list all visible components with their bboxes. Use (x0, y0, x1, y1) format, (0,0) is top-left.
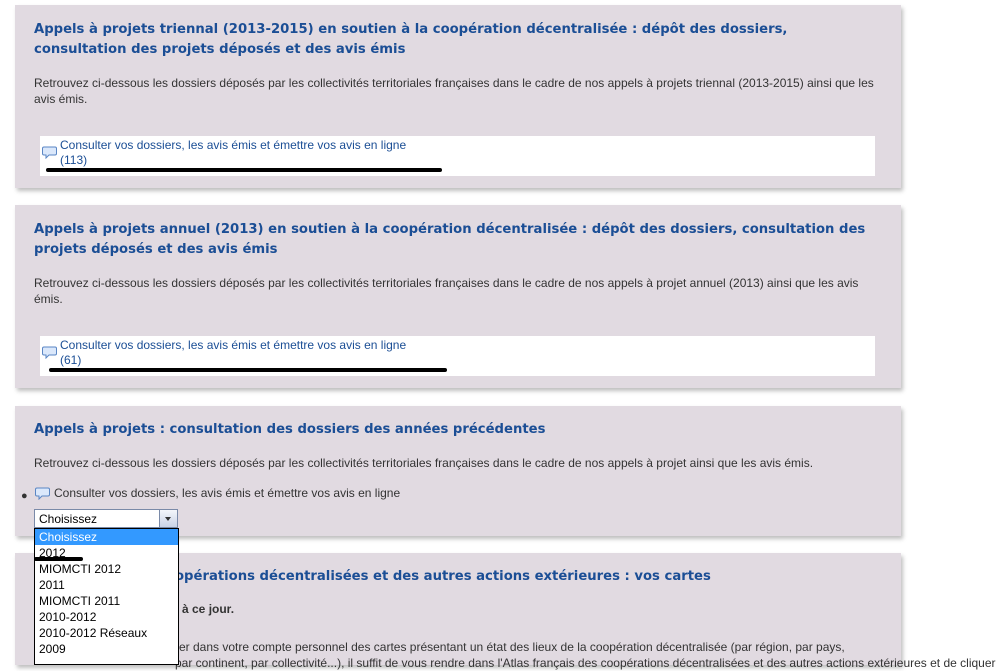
annotation-underline (49, 368, 447, 372)
year-option[interactable]: 2011 (35, 577, 178, 593)
consult-link-previous[interactable]: Consulter vos dossiers, les avis émis et… (54, 486, 400, 500)
consult-link-count[interactable]: (61) (60, 353, 406, 368)
consult-link-label[interactable]: Consulter vos dossiers, les avis émis et… (60, 138, 406, 153)
section-description: Retrouvez ci-dessous les dossiers déposé… (34, 76, 874, 106)
comment-bubble-icon (35, 487, 50, 500)
section-annuel: Appels à projets annuel (2013) en soutie… (15, 205, 901, 388)
bullet: ● (21, 490, 28, 502)
section-body-line: rer dans votre compte personnel des cart… (175, 640, 845, 654)
section-description: Retrouvez ci-dessous les dossiers déposé… (34, 276, 859, 306)
section-body-line: par continent, par collectivité...), il … (175, 656, 996, 670)
section-title: Appels à projets triennal (2013-2015) en… (34, 22, 788, 57)
year-select[interactable]: Choisissez (34, 509, 178, 528)
year-option[interactable]: Choisissez (35, 529, 178, 545)
consult-link-count[interactable]: (113) (60, 153, 406, 168)
year-option[interactable]: 2010-2012 Réseaux (35, 625, 178, 641)
year-option[interactable]: 2010-2012 (35, 609, 178, 625)
consult-link[interactable]: Consulter vos dossiers, les avis émis et… (60, 338, 406, 368)
year-option[interactable]: MIOMCTI 2012 (35, 561, 178, 577)
section-description: Retrouvez ci-dessous les dossiers déposé… (34, 456, 814, 470)
year-dropdown-list: Choisissez 2012 MIOMCTI 2012 2011 MIOMCT… (34, 528, 179, 665)
section-triennal: Appels à projets triennal (2013-2015) en… (15, 5, 901, 188)
section-title: Appels à projets annuel (2013) en soutie… (34, 222, 866, 257)
year-select-value: Choisissez (39, 512, 98, 526)
consult-link[interactable]: Consulter vos dossiers, les avis émis et… (60, 138, 406, 168)
section-title: Appels à projets : consultation des doss… (34, 422, 546, 437)
consult-link-label[interactable]: Consulter vos dossiers, les avis émis et… (60, 338, 406, 353)
chevron-down-icon[interactable] (159, 510, 177, 527)
section-subtitle: à ce jour. (182, 602, 235, 616)
year-option[interactable]: 2009 (35, 641, 178, 657)
comment-bubble-icon (42, 146, 57, 159)
year-option[interactable]: MIOMCTI 2011 (35, 593, 178, 609)
section-title: opérations décentralisées et des autres … (175, 569, 711, 584)
annotation-underline (34, 557, 83, 561)
comment-bubble-icon (42, 346, 57, 359)
annotation-underline (46, 168, 442, 172)
